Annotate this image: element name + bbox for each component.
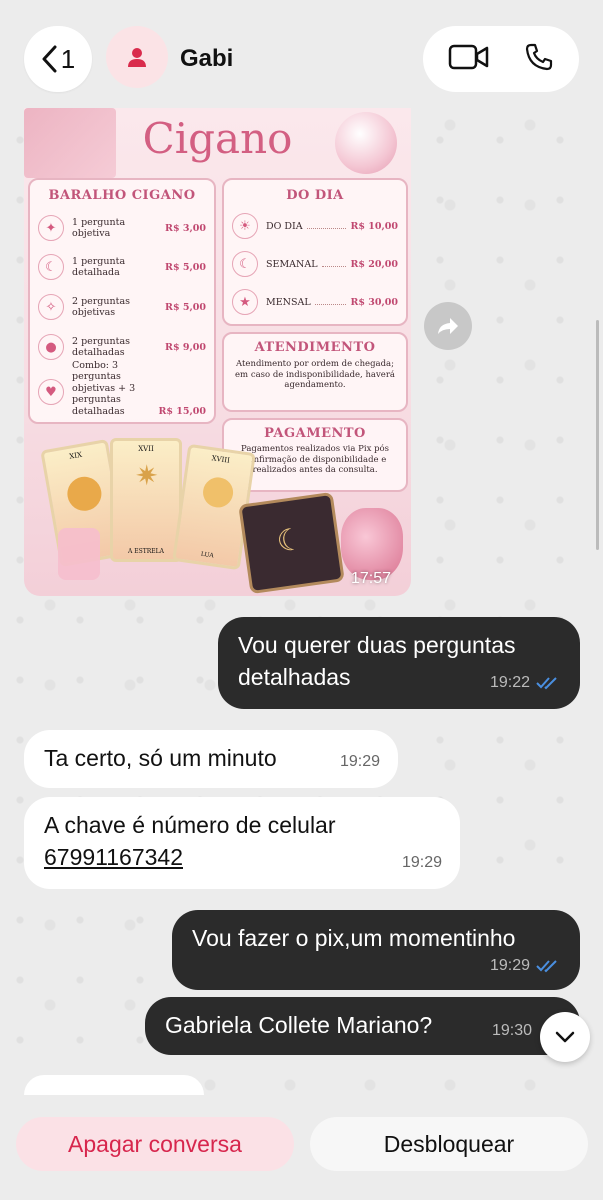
- phone-icon: [525, 43, 553, 70]
- message-bubble[interactable]: Ta certo, só um minuto 19:29: [24, 730, 398, 788]
- moon-icon: ☾: [274, 522, 306, 559]
- item-price: R$ 10,00: [350, 220, 398, 232]
- message-time: 19:22: [489, 674, 530, 691]
- message-bubble[interactable]: A chave é número de celular 67991167342 …: [24, 797, 460, 889]
- price-row: ☾ 1 pergunta detalhada R$ 5,00: [38, 247, 206, 287]
- atendimento-title: ATENDIMENTO: [254, 340, 376, 355]
- heart-icon: ♥: [38, 379, 64, 405]
- tarot-card-star: XVII ✷ A ESTRELA: [110, 438, 182, 562]
- do-dia-title: DO DIA: [286, 188, 344, 203]
- item-label: 2 perguntas objetivas: [72, 296, 130, 318]
- star-icon: ★: [232, 289, 258, 315]
- bottom-action-bar: Apagar conversa Desbloquear: [0, 1095, 603, 1200]
- item-price: R$ 5,00: [165, 261, 206, 273]
- sparkle-icon: ✧: [38, 294, 64, 320]
- moon-icon: ☾: [38, 254, 64, 280]
- message-time: 17:57: [350, 570, 391, 587]
- message-bubble[interactable]: Vou fazer o pix,um momentinho 19:29: [172, 910, 580, 990]
- atendimento-panel: ATENDIMENTO Atendimento por ordem de che…: [222, 332, 408, 412]
- item-price: R$ 30,00: [350, 296, 398, 308]
- price-row: ✦ 1 pergunta objetiva R$ 3,00: [38, 209, 206, 247]
- voice-call-button[interactable]: [524, 42, 554, 77]
- message-bubble[interactable]: Vou querer duas perguntas detalhadas 19:…: [218, 617, 580, 709]
- item-label: 1 pergunta objetiva: [72, 217, 126, 239]
- delete-chat-button[interactable]: Apagar conversa: [16, 1117, 294, 1171]
- message-time: 19:29: [489, 957, 530, 974]
- sun-icon: [64, 474, 105, 514]
- star-icon: ✷: [135, 460, 159, 491]
- item-price: R$ 9,00: [165, 341, 206, 353]
- message-bubble[interactable]: Gabriela Collete Mariano? 19:30: [145, 997, 580, 1055]
- unblock-button[interactable]: Desbloquear: [310, 1117, 588, 1171]
- forward-button[interactable]: [424, 302, 472, 350]
- scrollbar[interactable]: [596, 320, 599, 550]
- message-time: 19:29: [339, 753, 380, 770]
- do-dia-panel: DO DIA ☀ DO DIA R$ 10,00 ☾ SEMANAL R$ 20…: [222, 178, 408, 326]
- poster-title: Cigano: [142, 114, 293, 163]
- video-camera-icon: [448, 44, 489, 69]
- item-price: R$ 3,00: [165, 222, 206, 234]
- atendimento-text: Atendimento por ordem de chegada; em cas…: [235, 359, 395, 391]
- price-row: ☀ DO DIA R$ 10,00: [232, 207, 398, 245]
- back-button[interactable]: 1: [24, 26, 92, 92]
- price-row: ✧ 2 perguntas objetivas R$ 5,00: [38, 287, 206, 327]
- price-row: ♥ Combo: 3 perguntas objetivas + 3 pergu…: [38, 360, 206, 417]
- image-message[interactable]: Cigano BARALHO CIGANO ✦ 1 pergunta objet…: [24, 108, 411, 596]
- phone-number-link[interactable]: 67991167342: [44, 841, 183, 873]
- price-row: ★ MENSAL R$ 30,00: [232, 283, 398, 321]
- dark-tarot-deck: ☾: [238, 491, 345, 595]
- candle-decoration: [58, 528, 100, 580]
- person-icon: [128, 48, 146, 67]
- price-row: ☾ SEMANAL R$ 20,00: [232, 245, 398, 283]
- item-label: 2 perguntas detalhadas: [72, 336, 130, 358]
- item-price: R$ 20,00: [350, 258, 398, 270]
- baralho-title: BARALHO CIGANO: [48, 188, 196, 203]
- chevron-down-icon: [555, 1031, 575, 1043]
- item-label: SEMANAL: [266, 258, 318, 270]
- chat-header: 1 Gabi: [0, 0, 603, 108]
- double-check-icon: [536, 960, 557, 973]
- sun-icon: ☀: [232, 213, 258, 239]
- moon-icon: ☾: [232, 251, 258, 277]
- pagamento-text: Pagamentos realizados via Pix pós confir…: [241, 444, 389, 476]
- item-label: 1 pergunta detalhada: [72, 256, 126, 278]
- item-label: Combo: 3 perguntas objetivas + 3 pergunt…: [72, 360, 136, 417]
- item-price: R$ 5,00: [165, 301, 206, 313]
- call-buttons: [423, 26, 579, 92]
- message-time: 19:29: [401, 854, 442, 871]
- double-check-icon: [536, 677, 557, 690]
- moon-icon: [201, 475, 236, 510]
- chevron-left-icon: [42, 45, 57, 73]
- scroll-to-bottom-button[interactable]: [540, 1012, 590, 1062]
- message-time: 19:30: [491, 1022, 532, 1039]
- baralho-cigano-panel: BARALHO CIGANO ✦ 1 pergunta objetiva R$ …: [28, 178, 216, 424]
- contact-name[interactable]: Gabi: [180, 45, 233, 73]
- item-price: R$ 15,00: [158, 406, 206, 417]
- unread-count: 1: [60, 43, 76, 74]
- star-icon: ✦: [38, 215, 64, 241]
- item-label: DO DIA: [266, 220, 303, 232]
- pagamento-title: PAGAMENTO: [264, 426, 366, 441]
- forward-icon: [438, 318, 458, 334]
- crystal-ball-icon: ●: [38, 334, 64, 360]
- avatar[interactable]: [106, 26, 168, 88]
- item-label: MENSAL: [266, 296, 311, 308]
- video-call-button[interactable]: [448, 43, 490, 76]
